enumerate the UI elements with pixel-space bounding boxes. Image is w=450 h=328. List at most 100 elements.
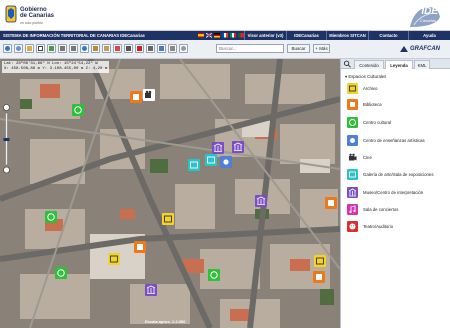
print-icon[interactable]: [124, 44, 133, 53]
language-flags: [198, 33, 244, 38]
art-school-marker-icon[interactable]: [220, 156, 232, 168]
legend-item-library: Biblioteca: [347, 99, 447, 111]
nav-help-button[interactable]: Ayuda: [408, 31, 450, 40]
flag-en-icon[interactable]: [206, 33, 212, 38]
coordinates-icon[interactable]: [146, 44, 155, 53]
zoom-slider[interactable]: [3, 104, 10, 174]
map-scale: Escala aprox. 1:2.000: [145, 319, 186, 324]
draw-tool-icon[interactable]: [113, 44, 122, 53]
coords-utm: X: 458.508,86 m Y: 3.108.455,00 m Z: 4,2…: [4, 66, 108, 71]
museum-icon: [347, 187, 358, 198]
archive-marker-icon[interactable]: [314, 255, 326, 267]
measure-distance-icon[interactable]: [91, 44, 100, 53]
gallery-marker-icon[interactable]: [188, 159, 200, 171]
zoom-in-tool-icon[interactable]: [3, 44, 12, 53]
cultural-center-marker-icon[interactable]: [45, 211, 57, 223]
nav-idecanarias-button[interactable]: IDECanarias: [286, 31, 326, 40]
archive-marker-icon[interactable]: [162, 213, 174, 225]
zoom-box-icon[interactable]: [36, 44, 45, 53]
previous-view-icon[interactable]: [58, 44, 67, 53]
government-shield-logo[interactable]: [5, 5, 17, 23]
zoom-out-tool-icon[interactable]: [14, 44, 23, 53]
pan-tool-icon[interactable]: [25, 44, 34, 53]
legend-item-concert-hall: Sala de conciertos: [347, 204, 447, 216]
flag-de-icon[interactable]: [214, 33, 220, 38]
legend-label: Sala de conciertos: [363, 207, 399, 212]
theatre-icon: [347, 221, 358, 232]
cultural-center-marker-icon[interactable]: [55, 267, 67, 279]
3d-view-icon[interactable]: [135, 44, 144, 53]
ide-logo-text: IDE: [421, 6, 438, 17]
legend-label: Biblioteca: [363, 102, 382, 107]
panel-tabs: Contenido Leyenda KML: [341, 59, 450, 69]
link-icon[interactable]: [157, 44, 166, 53]
system-title: SISTEMA DE INFORMACIÓN TERRITORIAL DE CA…: [3, 33, 145, 38]
ide-logo-subtext: Canarias: [419, 18, 436, 23]
legend-item-art-school: Centro de enseñanzas artísticas: [347, 135, 447, 147]
legend-label: Archivo: [363, 86, 378, 91]
more-options-label: Más: [319, 46, 328, 51]
search-input[interactable]: [216, 44, 284, 53]
library-marker-icon[interactable]: [325, 197, 337, 209]
legend-item-archive: Archivo: [347, 83, 447, 95]
art-school-icon: [347, 135, 358, 146]
legend-label: Centro de enseñanzas artísticas: [363, 138, 425, 143]
flag-fr-icon[interactable]: [222, 33, 228, 38]
settings-gear-icon[interactable]: [179, 44, 188, 53]
legend-item-gallery: Galería de arte/Sala de exposiciones: [347, 169, 447, 181]
map-toolbar: Buscar + Más GRAFCAN: [0, 40, 450, 59]
search-icon[interactable]: [343, 60, 352, 68]
cinema-marker-icon[interactable]: [143, 89, 155, 101]
legend-label: Cine: [363, 155, 372, 160]
cultural-center-marker-icon[interactable]: [72, 104, 84, 116]
cultural-center-marker-icon[interactable]: [208, 269, 220, 281]
legend-item-museum: Museo/Centro de interpretación: [347, 187, 447, 199]
more-options-button[interactable]: + Más: [313, 44, 330, 53]
library-icon: [347, 99, 358, 110]
nav-previous-viewer-button[interactable]: Visor anterior (v3): [244, 31, 286, 40]
legend-item-cultural-center: Centro cultural: [347, 117, 447, 129]
side-panel: Contenido Leyenda KML ▾ Espacios Cultura…: [340, 59, 450, 328]
legend-label: Teatro/Auditorio: [363, 224, 394, 229]
library-marker-icon[interactable]: [134, 241, 146, 253]
tab-kml[interactable]: KML: [414, 60, 430, 69]
flag-es-icon[interactable]: [198, 33, 204, 38]
archive-icon: [347, 83, 358, 94]
tab-leyenda[interactable]: Leyenda: [385, 60, 413, 69]
legend-item-theatre: Teatro/Auditorio: [347, 221, 447, 233]
measure-area-icon[interactable]: [102, 44, 111, 53]
museum-marker-icon[interactable]: [255, 195, 267, 207]
main-nav-bar: SISTEMA DE INFORMACIÓN TERRITORIAL DE CA…: [0, 31, 450, 40]
library-marker-icon[interactable]: [130, 91, 142, 103]
full-extent-icon[interactable]: [47, 44, 56, 53]
legend-label: Galería de arte/Sala de exposiciones: [363, 172, 434, 177]
info-tool-icon[interactable]: [80, 44, 89, 53]
grafcan-brand: GRAFCAN: [410, 46, 440, 52]
legend-section-title[interactable]: ▾ Espacios Culturales: [345, 74, 386, 80]
download-icon[interactable]: [168, 44, 177, 53]
map-viewport[interactable]: Lat: 28º06'31,66" N Lon: 15º24'54,22" W …: [0, 59, 340, 328]
government-title[interactable]: Gobierno de Canarias: [20, 7, 54, 19]
gallery-icon: [347, 169, 358, 180]
legend-label: Centro cultural: [363, 120, 391, 125]
tab-contenido[interactable]: Contenido: [354, 60, 384, 69]
site-header: Gobierno de Canarias un solo pueblo IDE …: [0, 0, 450, 31]
nav-contact-button[interactable]: Contacto: [368, 31, 408, 40]
gov-subtitle: un solo pueblo: [20, 21, 43, 25]
search-button[interactable]: Buscar: [287, 44, 310, 53]
museum-marker-icon[interactable]: [232, 141, 244, 153]
nav-members-sitcan-button[interactable]: Miembros SITCAN: [326, 31, 368, 40]
legend-label: Museo/Centro de interpretación: [363, 190, 424, 195]
library-marker-icon[interactable]: [313, 271, 325, 283]
legend-item-cinema: Cine: [347, 152, 447, 164]
museum-marker-icon[interactable]: [145, 284, 157, 296]
next-view-icon[interactable]: [69, 44, 78, 53]
archive-marker-icon[interactable]: [108, 253, 120, 265]
flag-it-icon[interactable]: [230, 33, 236, 38]
aerial-imagery[interactable]: [0, 59, 340, 328]
grafcan-logo-icon: [400, 46, 408, 52]
gallery-marker-icon[interactable]: [205, 154, 217, 166]
cultural-center-icon: [347, 117, 358, 128]
gov-title-line2: de Canarias: [20, 13, 55, 19]
museum-marker-icon[interactable]: [212, 142, 224, 154]
